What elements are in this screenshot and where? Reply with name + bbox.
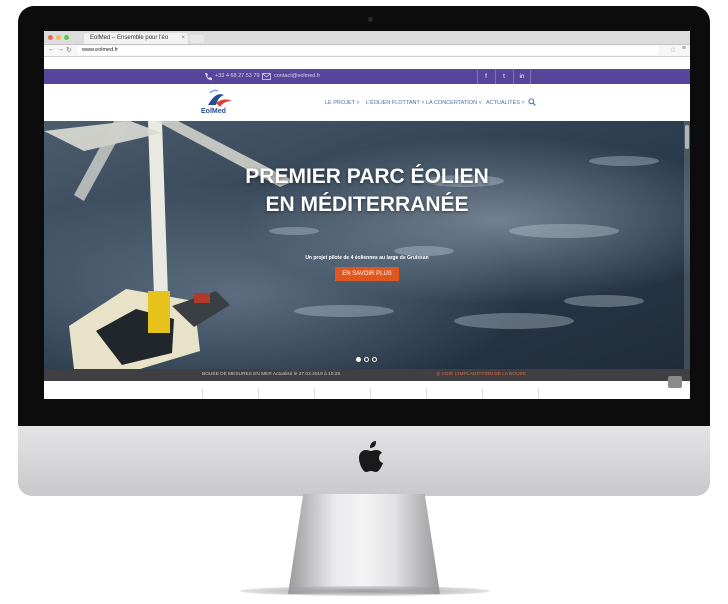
logo-text: EolMed [201,108,226,115]
slide-dot-1[interactable] [356,357,361,362]
camera-icon [368,17,373,22]
bookmark-star-icon[interactable]: ☆ [670,46,676,54]
reload-icon[interactable]: ↻ [66,46,72,54]
hero-title: PREMIER PARC ÉOLIEN EN MÉDITERRANÉE [44,163,690,219]
section-divider [370,389,371,399]
section-divider [314,389,315,399]
apple-logo-icon [359,441,383,472]
url-field[interactable]: www.eolmed.fr [78,46,658,55]
section-divider [202,389,203,399]
buoy-location-link[interactable]: ◎ VOIR L'IMPLANTATION DE LA BOUÉE [436,369,526,381]
nav-le-projet[interactable]: LE PROJET ˅ [325,100,360,106]
address-bar-row: ← → ↻ www.eolmed.fr ☆ ≡ [44,45,690,57]
contact-email[interactable]: contact@eolmed.fr [274,69,320,84]
search-icon[interactable] [528,98,536,106]
section-divider [258,389,259,399]
url-text: www.eolmed.fr [82,47,119,53]
learn-more-button[interactable]: EN SAVOIR PLUS [335,267,399,281]
facebook-icon[interactable]: f [477,69,494,84]
site-top-bar: +33 4 68 27 53 79 contact@eolmed.fr f t … [44,69,690,84]
screen: EolMed – Ensemble pour l'éo × ← → ↻ www.… [44,31,690,399]
browser-menu-icon[interactable]: ≡ [682,45,686,52]
browser-tab-title: EolMed – Ensemble pour l'éo [90,35,169,41]
new-tab-button[interactable] [190,35,204,43]
chat-icon[interactable] [668,376,682,388]
scrollbar-thumb[interactable] [685,125,689,149]
page-scrollbar[interactable] [684,121,690,369]
minimize-window-icon[interactable] [56,35,61,40]
hero-banner: PREMIER PARC ÉOLIEN EN MÉDITERRANÉE Un p… [44,121,690,369]
nav-eolien-flottant[interactable]: L'ÉOLIEN FLOTTANT ˅ [366,100,424,106]
monitor-stand [288,494,440,594]
nav-actualites[interactable]: ACTUALITÉS ˅ [486,100,525,106]
tab-close-icon[interactable]: × [181,33,185,44]
site-header: EolMed LE PROJET ˅ L'ÉOLIEN FLOTTANT ˅ L… [44,84,690,121]
section-divider [538,389,539,399]
slide-dot-2[interactable] [364,357,369,362]
mail-icon [262,73,271,80]
youtube-icon[interactable]: in [513,69,531,84]
hero-title-line-2: EN MÉDITERRANÉE [265,193,469,216]
twitter-icon[interactable]: t [495,69,512,84]
section-divider [426,389,427,399]
browser-tab-bar: EolMed – Ensemble pour l'éo × [44,31,690,45]
buoy-info-bar: BOUÉE DE MESURES EN MER Actualisé le 27.… [44,369,690,381]
section-divider [482,389,483,399]
maximize-window-icon[interactable] [64,35,69,40]
hero-subtitle: Un projet pilote de 4 éoliennes au large… [305,255,429,261]
browser-tab[interactable]: EolMed – Ensemble pour l'éo × [84,33,188,44]
back-icon[interactable]: ← [48,46,55,53]
close-window-icon[interactable] [48,35,53,40]
contact-phone[interactable]: +33 4 68 27 53 79 [215,69,260,84]
stand-shadow [240,586,490,596]
hero-photo-turbine [44,121,659,369]
buoy-status-text: BOUÉE DE MESURES EN MER Actualisé le 27.… [202,372,341,377]
nav-concertation[interactable]: LA CONCERTATION ˅ [426,100,482,106]
hero-title-line-1: PREMIER PARC ÉOLIEN [245,165,489,188]
forward-icon[interactable]: → [57,46,64,53]
phone-icon [205,73,212,81]
slide-dot-3[interactable] [372,357,377,362]
